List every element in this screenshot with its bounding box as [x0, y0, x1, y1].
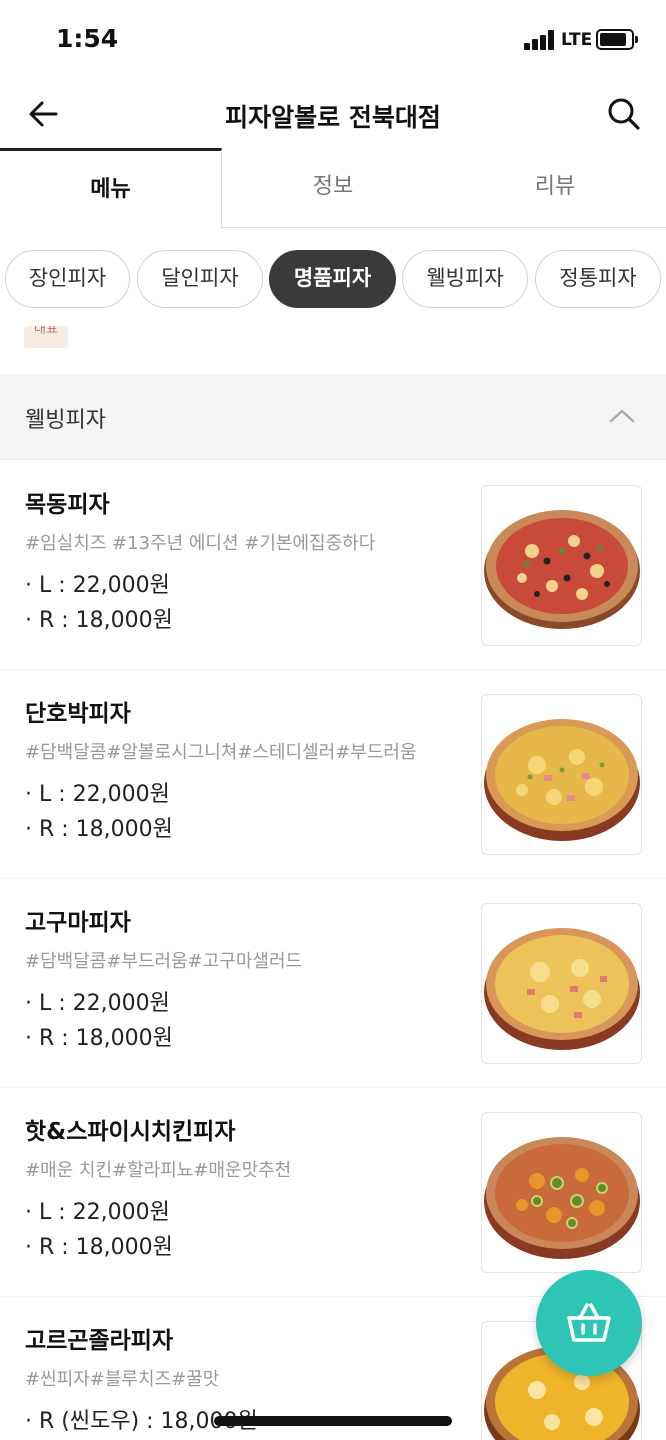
section-title: 웰빙피자	[25, 408, 106, 433]
menu-item-price-l: · L : 22,000원	[25, 573, 170, 598]
chip-jeongtong-pizza[interactable]: 정통피자	[535, 250, 661, 308]
battery-icon	[596, 29, 638, 50]
category-chips: 장인피자 달인피자 명품피자 웰빙피자 정통피자	[0, 250, 666, 310]
tab-menu[interactable]: 메뉴	[0, 148, 222, 229]
pizza-image	[481, 903, 642, 1064]
chip-wellbeing-pizza[interactable]: 웰빙피자	[402, 250, 528, 308]
menu-item-price-l: · L : 22,000원	[25, 991, 170, 1016]
menu-item-price-r: · R : 18,000원	[25, 817, 173, 842]
app-header: 피자알볼로 전북대점	[0, 80, 666, 148]
signal-icon	[524, 30, 556, 50]
representative-badge-peek: 대표	[24, 326, 68, 348]
pizza-image	[481, 694, 642, 855]
menu-item-tags: #씬피자#블루치즈#꿀맛	[25, 1369, 220, 1390]
status-bar: 1:54 LTE	[0, 0, 666, 80]
home-indicator	[214, 1416, 452, 1426]
menu-item-name: 고구마피자	[25, 910, 131, 936]
menu-item-name: 단호박피자	[25, 701, 131, 727]
search-button[interactable]	[602, 92, 646, 136]
search-icon	[608, 98, 640, 130]
tab-info[interactable]: 정보	[222, 148, 444, 228]
chip-jangin-pizza[interactable]: 장인피자	[5, 250, 130, 308]
tab-bar: 메뉴 정보 리뷰	[0, 148, 666, 229]
cart-button[interactable]	[536, 1270, 642, 1376]
menu-item-name: 목동피자	[25, 492, 110, 518]
menu-item-name: 고르곤졸라피자	[25, 1328, 174, 1354]
menu-item-price-l: · L : 22,000원	[25, 782, 170, 807]
menu-item-tags: #담백달콤#알볼로시그니쳐#스테디셀러#부드러움	[25, 742, 417, 763]
page-title: 피자알볼로 전북대점	[225, 103, 441, 132]
chip-myeongpum-pizza[interactable]: 명품피자	[269, 250, 396, 308]
menu-item-price-r: · R : 18,000원	[25, 1235, 173, 1260]
tab-reviews[interactable]: 리뷰	[444, 148, 666, 228]
menu-item-tags: #담백달콤#부드러움#고구마샐러드	[25, 951, 303, 972]
pizza-image	[481, 1112, 642, 1273]
menu-item-name: 핫&스파이시치킨피자	[25, 1119, 236, 1145]
menu-item[interactable]: 고구마피자 #담백달콤#부드러움#고구마샐러드 · L : 22,000원 · …	[0, 879, 666, 1088]
pizza-image	[481, 485, 642, 646]
menu-item[interactable]: 목동피자 #임실치즈 #13주년 에디션 #기본에집중하다 · L : 22,0…	[0, 461, 666, 670]
menu-item[interactable]: 핫&스파이시치킨피자 #매운 치킨#할라피뇨#매운맛추천 · L : 22,00…	[0, 1088, 666, 1297]
menu-item-tags: #매운 치킨#할라피뇨#매운맛추천	[25, 1160, 292, 1181]
basket-icon	[567, 1303, 611, 1342]
network-label: LTE	[561, 30, 593, 50]
menu-item-tags: #임실치즈 #13주년 에디션 #기본에집중하다	[25, 533, 376, 554]
menu-item-price-r: · R : 18,000원	[25, 608, 173, 633]
section-header[interactable]: 웰빙피자	[0, 374, 666, 460]
chip-dalin-pizza[interactable]: 달인피자	[137, 250, 263, 308]
status-time: 1:54	[56, 24, 119, 53]
menu-item-price-r: · R : 18,000원	[25, 1026, 173, 1051]
menu-item-price-l: · L : 22,000원	[25, 1200, 170, 1225]
menu-item[interactable]: 단호박피자 #담백달콤#알볼로시그니쳐#스테디셀러#부드러움 · L : 22,…	[0, 670, 666, 879]
chevron-up-icon[interactable]	[606, 404, 638, 426]
